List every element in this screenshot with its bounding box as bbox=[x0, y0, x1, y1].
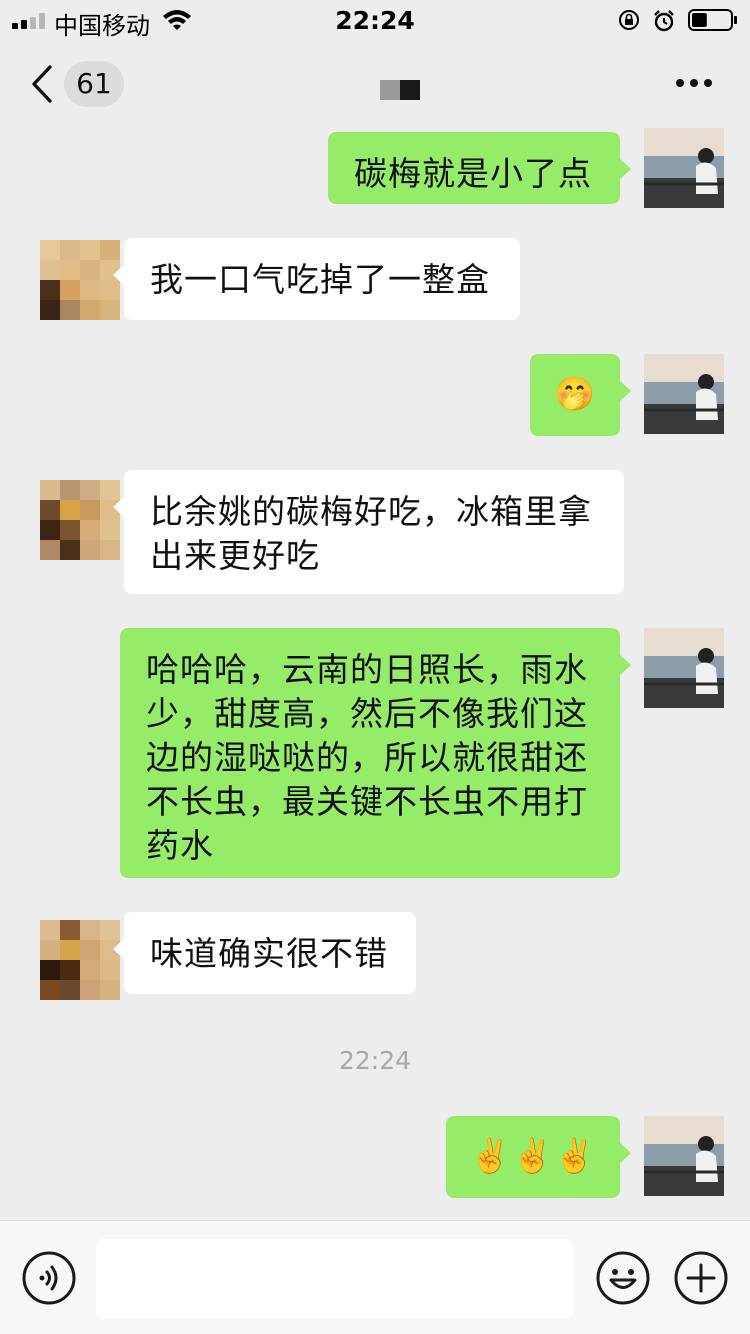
chevron-left-icon[interactable] bbox=[30, 64, 54, 104]
my-avatar[interactable] bbox=[644, 354, 724, 434]
message-bubble[interactable]: 味道确实很不错 bbox=[113, 912, 416, 994]
my-avatar[interactable] bbox=[644, 1116, 724, 1196]
contact-avatar[interactable] bbox=[40, 240, 120, 320]
voice-icon[interactable] bbox=[22, 1251, 76, 1305]
message-bubble[interactable]: 碳梅就是小了点 bbox=[328, 132, 631, 204]
message-list[interactable]: 碳梅就是小了点 我一口气吃掉了一整盒 🤭 比余姚的碳梅好吃，冰箱里拿出来更好吃 bbox=[0, 128, 750, 1220]
unread-count-badge[interactable]: 61 bbox=[64, 61, 124, 107]
emoji-icon[interactable] bbox=[596, 1251, 650, 1305]
message-timestamp: 22:24 bbox=[338, 1046, 412, 1075]
chat-header: 61 bbox=[0, 40, 750, 128]
message-bubble[interactable]: 比余姚的碳梅好吃，冰箱里拿出来更好吃 bbox=[113, 470, 624, 594]
more-dots-icon[interactable] bbox=[674, 79, 714, 89]
message-input[interactable] bbox=[96, 1239, 574, 1319]
message-bubble[interactable]: ✌️✌️✌️ bbox=[446, 1116, 631, 1198]
input-bar bbox=[0, 1220, 750, 1334]
chat-title-redacted bbox=[380, 80, 420, 100]
contact-avatar[interactable] bbox=[40, 920, 120, 1000]
orientation-lock-icon bbox=[619, 10, 639, 30]
my-avatar[interactable] bbox=[644, 628, 724, 708]
message-bubble[interactable]: 🤭 bbox=[530, 354, 631, 436]
message-bubble[interactable]: 哈哈哈，云南的日照长，雨水少，甜度高，然后不像我们这边的湿哒哒的，所以就很甜还不… bbox=[120, 628, 631, 878]
battery-icon bbox=[688, 9, 737, 31]
status-bar: 中国移动 22:24 bbox=[0, 0, 750, 40]
contact-avatar[interactable] bbox=[40, 480, 120, 560]
message-bubble[interactable]: 我一口气吃掉了一整盒 bbox=[113, 238, 520, 320]
alarm-icon bbox=[654, 10, 674, 32]
plus-icon[interactable] bbox=[674, 1251, 728, 1305]
my-avatar[interactable] bbox=[644, 128, 724, 208]
